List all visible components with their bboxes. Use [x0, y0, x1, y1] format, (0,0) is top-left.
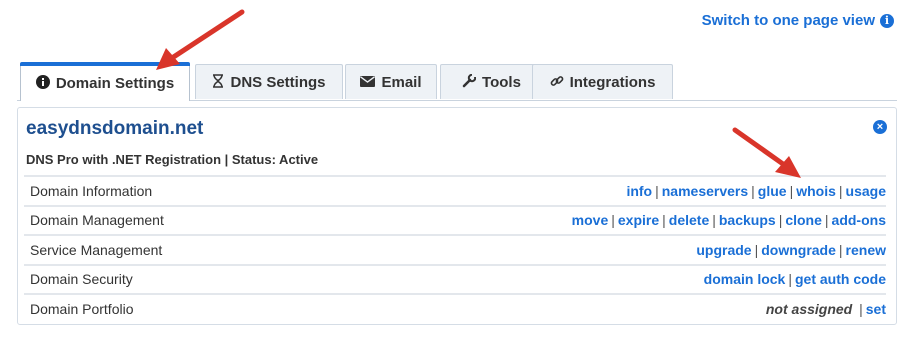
tab-tools[interactable]: Tools [440, 64, 543, 99]
table-row: Domain Security domain lock | get auth cod… [24, 263, 886, 294]
info-circle-icon [35, 74, 50, 92]
link-icon [550, 74, 564, 91]
usage-link[interactable]: usage [846, 183, 886, 199]
backups-link[interactable]: backups [719, 212, 776, 228]
move-link[interactable]: move [572, 212, 609, 228]
close-circle-icon[interactable]: × [873, 120, 887, 134]
switch-view-link[interactable]: Switch to one page view i [702, 12, 894, 29]
tab-domain-settings[interactable]: Domain Settings [20, 62, 190, 101]
tab-email[interactable]: Email [345, 64, 437, 99]
switch-view-label[interactable]: Switch to one page view [702, 12, 875, 29]
wrench-icon [462, 73, 477, 91]
domain-lock-link[interactable]: domain lock [704, 271, 786, 287]
hourglass-icon [212, 73, 224, 91]
row-actions: upgrade | downgrade | renew [696, 241, 886, 258]
expire-link[interactable]: expire [618, 212, 659, 228]
tab-label: Integrations [569, 73, 656, 91]
row-actions: info | nameservers | glue | whois | usage [626, 182, 886, 199]
nameservers-link[interactable]: nameservers [662, 183, 748, 199]
renew-link[interactable]: renew [846, 242, 886, 258]
tab-integrations[interactable]: Integrations [532, 64, 673, 99]
tab-label: Domain Settings [55, 74, 175, 92]
domain-name: easydnsdomain.net [26, 118, 204, 139]
set-link[interactable]: set [866, 301, 886, 317]
row-actions: not assigned | set [765, 300, 886, 317]
info-link[interactable]: info [626, 183, 652, 199]
table-row: Domain Information info | nameservers | glue… [24, 175, 886, 205]
whois-link[interactable]: whois [796, 183, 836, 199]
portfolio-status: not assigned [765, 300, 853, 317]
table-row: Domain Portfolio not assigned | set [24, 293, 886, 323]
add-ons-link[interactable]: add-ons [832, 212, 886, 228]
tab-bar: Domain Settings DNS Settings Email Tools… [17, 62, 897, 101]
envelope-icon [360, 74, 376, 90]
info-circle-icon[interactable]: i [880, 13, 894, 28]
row-label: Service Management [30, 241, 163, 258]
domain-panel: easydnsdomain.net × DNS Pro with .NET Re… [17, 107, 897, 325]
upgrade-link[interactable]: upgrade [696, 242, 751, 258]
get-auth-code-link[interactable]: get auth code [795, 271, 886, 287]
glue-link[interactable]: glue [758, 183, 787, 199]
settings-rows: Domain Information info | nameservers | glue… [24, 175, 886, 323]
row-label: Domain Portfolio [30, 300, 134, 317]
tab-label: Email [381, 73, 422, 91]
delete-link[interactable]: delete [669, 212, 709, 228]
table-row: Service Management upgrade | downgrade | ren… [24, 234, 886, 264]
row-label: Domain Security [30, 271, 133, 288]
row-label: Domain Management [30, 212, 164, 229]
clone-link[interactable]: clone [785, 212, 822, 228]
tab-dns-settings[interactable]: DNS Settings [195, 64, 343, 99]
tab-label: DNS Settings [230, 73, 326, 91]
row-actions: move | expire | delete | backups | clone | add-ons [571, 212, 886, 229]
downgrade-link[interactable]: downgrade [761, 242, 836, 258]
row-actions: domain lock | get auth code [703, 271, 886, 288]
tab-label: Tools [482, 73, 521, 91]
table-row: Domain Management move | expire | delete | bac… [24, 204, 886, 235]
row-label: Domain Information [30, 182, 153, 199]
plan-status: DNS Pro with .NET Registration | Status:… [26, 152, 319, 167]
